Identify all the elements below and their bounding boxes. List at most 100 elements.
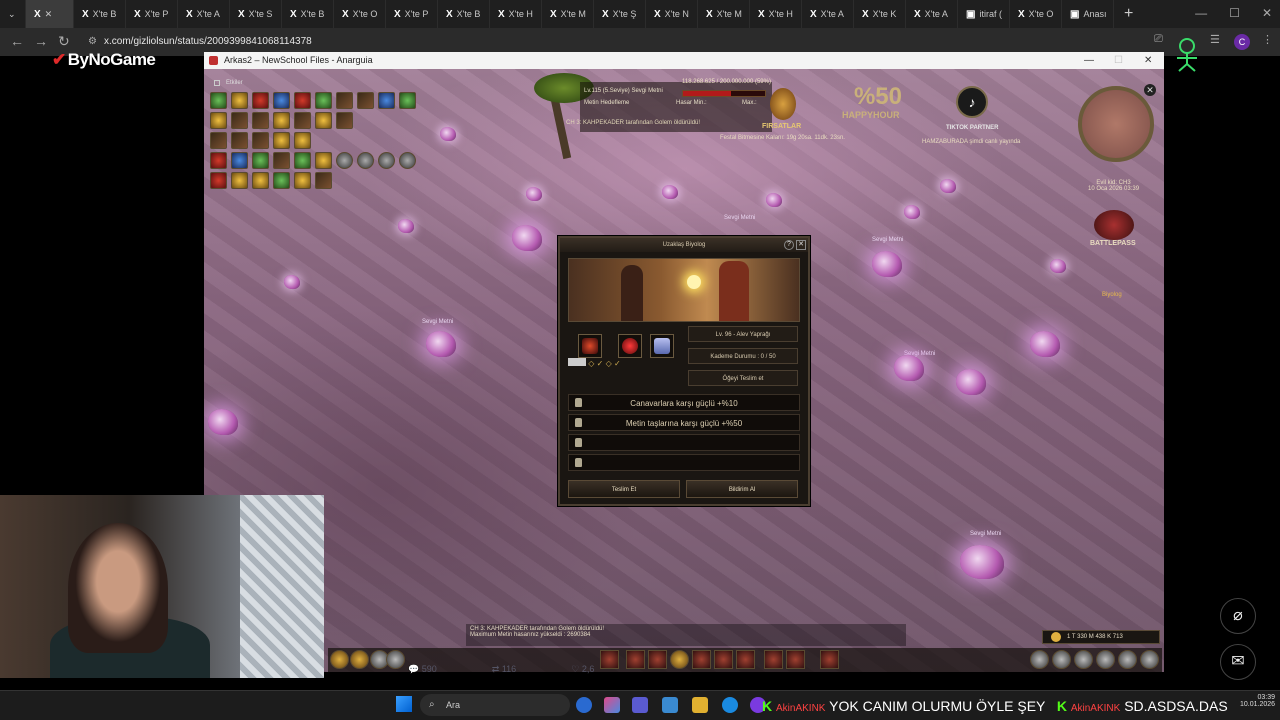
metin-stone[interactable] [526, 187, 542, 201]
buff-icon[interactable] [210, 92, 227, 109]
buff-icon[interactable] [231, 132, 248, 149]
buff-icon[interactable] [294, 172, 311, 189]
menu-icon[interactable] [1118, 650, 1137, 669]
menu-icon[interactable] [1052, 650, 1071, 669]
tab-list-button[interactable]: ⌄ [0, 0, 26, 28]
reply-icon[interactable]: 💬 [408, 664, 419, 674]
buff-icon[interactable] [294, 112, 311, 129]
metin-stone[interactable] [1030, 331, 1060, 357]
buff-icon[interactable] [231, 152, 248, 169]
buff-icon[interactable] [273, 112, 290, 129]
browser-tab[interactable]: X X'te P [126, 0, 178, 28]
buff-icon[interactable] [252, 152, 269, 169]
buff-icon[interactable] [357, 92, 374, 109]
like-icon[interactable]: ♡ [571, 664, 579, 674]
metin-stone[interactable] [208, 409, 238, 435]
buff-icon[interactable] [231, 92, 248, 109]
hotbar-coin-icon[interactable] [330, 650, 349, 669]
buff-icon[interactable] [336, 92, 353, 109]
buff-icon[interactable] [210, 132, 227, 149]
browser-tab[interactable]: X X'te N [646, 0, 698, 28]
hotbar-slot[interactable] [600, 650, 619, 669]
repost-icon[interactable]: ⇄ [492, 664, 500, 674]
reload-icon[interactable]: ↻ [58, 33, 70, 50]
buff-icon[interactable] [273, 152, 290, 169]
metin-stone[interactable] [512, 225, 542, 251]
metin-stone[interactable] [284, 275, 300, 289]
hotbar-slot[interactable] [786, 650, 805, 669]
item-slot-heart[interactable] [618, 334, 642, 358]
maximize-icon[interactable]: ☐ [1229, 6, 1240, 20]
buff-icon[interactable] [294, 92, 311, 109]
buff-icon[interactable] [399, 92, 416, 109]
browser-tab[interactable]: X X'te P [386, 0, 438, 28]
buff-icon[interactable] [210, 172, 227, 189]
browser-tab[interactable]: X X'te B [74, 0, 126, 28]
browser-tab[interactable]: X X'te M [698, 0, 750, 28]
metin-stone[interactable] [440, 127, 456, 141]
hotbar-coin-icon[interactable] [350, 650, 369, 669]
buff-icon[interactable] [357, 152, 374, 169]
browser-tab[interactable]: X X'te K [854, 0, 906, 28]
game-window[interactable]: Arkas2 – NewSchool Files - Anarguia — ☐ … [204, 52, 1164, 672]
taskbar-app-icon[interactable] [576, 697, 592, 713]
menu-icon[interactable] [1030, 650, 1049, 669]
browser-tab[interactable]: ▣ Anası [1062, 0, 1114, 28]
buff-icon[interactable] [315, 152, 332, 169]
site-info-icon[interactable]: ⚙ [88, 32, 97, 52]
hotbar-slot[interactable] [648, 650, 667, 669]
hotbar-slot[interactable] [764, 650, 783, 669]
browser-tab[interactable]: X X'te Ş [594, 0, 646, 28]
metin-stone[interactable] [398, 219, 414, 233]
buff-icon[interactable] [315, 172, 332, 189]
file-explorer-icon[interactable] [692, 697, 708, 713]
buff-icon[interactable] [378, 152, 395, 169]
hotbar-compass-icon[interactable] [386, 650, 405, 669]
back-arrow-icon[interactable]: ← [10, 33, 24, 49]
browser-tab[interactable]: X X'te S [230, 0, 282, 28]
metin-stone[interactable] [872, 251, 902, 277]
buff-icon[interactable] [210, 112, 227, 129]
buff-icon[interactable] [252, 132, 269, 149]
browser-tab[interactable]: X X'te B [438, 0, 490, 28]
minimize-icon[interactable]: — [1084, 52, 1094, 69]
item-slot-monster[interactable] [578, 334, 602, 358]
browser-tab-active[interactable]: X ✕ [26, 0, 74, 28]
minimize-icon[interactable]: — [1195, 6, 1207, 20]
check-circle-icon[interactable]: ✓ [614, 359, 621, 368]
browser-tab[interactable]: X X'te A [906, 0, 958, 28]
browser-tab[interactable]: X X'te H [750, 0, 802, 28]
menu-icon[interactable] [1096, 650, 1115, 669]
browser-tab[interactable]: X X'te B [282, 0, 334, 28]
tiktok-icon[interactable]: ♪ [956, 86, 988, 118]
buff-icon[interactable] [294, 152, 311, 169]
forward-arrow-icon[interactable]: → [34, 33, 48, 49]
metin-stone[interactable] [766, 193, 782, 207]
firsatlar-badge-icon[interactable] [770, 88, 796, 120]
url-field[interactable]: ⚙ x.com/gizliolsun/status/20093998410681… [84, 32, 1144, 52]
buff-icon[interactable] [210, 152, 227, 169]
reading-list-icon[interactable]: ☰ [1210, 33, 1220, 46]
battlepass-label[interactable]: BATTLEPASS [1090, 240, 1136, 247]
hotbar-slot[interactable] [820, 650, 839, 669]
cast-icon[interactable]: ⎚ [1154, 33, 1163, 46]
browser-tab[interactable]: X X'te M [542, 0, 594, 28]
metin-stone[interactable] [956, 369, 986, 395]
windows-start-icon[interactable] [396, 696, 412, 712]
effects-checkbox[interactable] [214, 80, 220, 86]
metin-stone[interactable] [662, 185, 678, 199]
dialog-close-icon[interactable]: ✕ [796, 240, 806, 250]
hotbar-slot[interactable] [692, 650, 711, 669]
buff-icon[interactable] [378, 92, 395, 109]
metin-stone[interactable] [1050, 259, 1066, 273]
close-icon[interactable]: ✕ [1262, 6, 1272, 20]
check-circle-icon[interactable]: ✓ [597, 359, 604, 368]
browser-tab[interactable]: X X'te H [490, 0, 542, 28]
buff-icon[interactable] [231, 112, 248, 129]
notify-button[interactable]: Bildirim Al [686, 480, 798, 498]
browser-tab[interactable]: X X'te O [334, 0, 386, 28]
buff-icon[interactable] [252, 112, 269, 129]
menu-dots-icon[interactable]: ⋮ [1262, 33, 1273, 46]
teams-icon[interactable] [632, 697, 648, 713]
minimap[interactable] [1078, 86, 1154, 162]
